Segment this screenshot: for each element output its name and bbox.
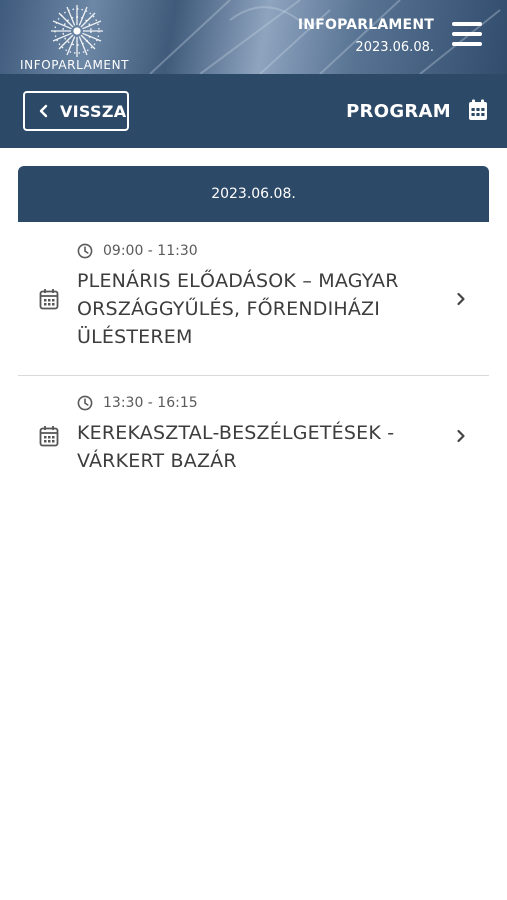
program-item[interactable]: 13:30 - 16:15 KEREKASZTAL-BESZÉLGETÉSEK … xyxy=(18,376,489,496)
item-time: 09:00 - 11:30 xyxy=(103,243,198,259)
program-date-header: 2023.06.08. xyxy=(18,166,489,222)
chevron-left-icon xyxy=(39,104,48,118)
top-banner: INFOPARLAMENT INFOPARLAMENT 2023.06.08. xyxy=(0,0,507,74)
chevron-right-icon xyxy=(457,292,465,306)
back-button-label: VISSZA xyxy=(60,101,127,121)
program-date: 2023.06.08. xyxy=(211,186,296,202)
back-button[interactable]: VISSZA xyxy=(23,91,129,131)
chevron-right-icon xyxy=(457,429,465,443)
app-title: INFOPARLAMENT xyxy=(297,17,434,33)
logo-text: INFOPARLAMENT xyxy=(20,58,130,72)
header-date: 2023.06.08. xyxy=(355,40,434,55)
time-row: 13:30 - 16:15 xyxy=(77,395,198,411)
calendar-icon[interactable] xyxy=(468,99,488,121)
calendar-icon xyxy=(39,426,59,447)
clock-icon xyxy=(77,243,93,259)
navigation-bar: VISSZA PROGRAM xyxy=(0,74,507,148)
item-time: 13:30 - 16:15 xyxy=(103,395,198,411)
time-row: 09:00 - 11:30 xyxy=(77,243,198,259)
item-title: PLENÁRIS ELŐADÁSOK – MAGYAR ORSZÁGGYŰLÉS… xyxy=(77,270,399,348)
hamburger-icon[interactable] xyxy=(452,22,482,50)
program-item[interactable]: 09:00 - 11:30 PLENÁRIS ELŐADÁSOK – MAGYA… xyxy=(18,222,489,376)
calendar-icon xyxy=(39,289,59,310)
clock-icon xyxy=(77,395,93,411)
item-title: KEREKASZTAL-BESZÉLGETÉSEK - VÁRKERT BAZÁ… xyxy=(77,422,395,472)
page-title: PROGRAM xyxy=(346,101,451,122)
